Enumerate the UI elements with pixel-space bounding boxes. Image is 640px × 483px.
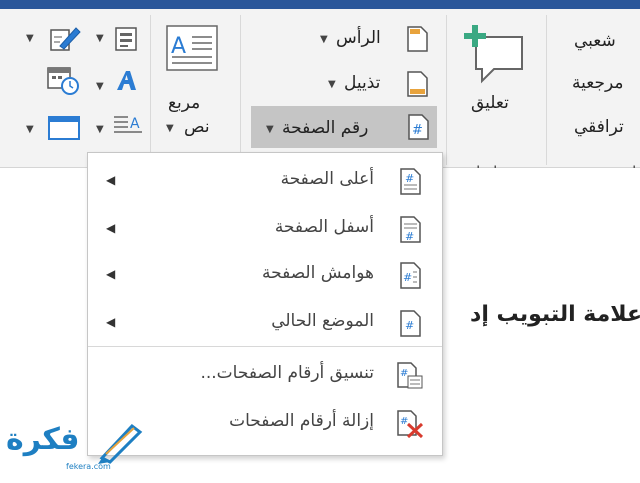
header-label[interactable]: الرأس [336, 28, 381, 48]
page-bottom-icon: # [400, 216, 421, 243]
svg-text:A: A [130, 116, 140, 132]
text-box-label-line1[interactable]: مربع [168, 93, 200, 113]
menu-item-label: أعلى الصفحة [280, 169, 374, 189]
submenu-arrow-icon: ◀ [106, 315, 116, 329]
svg-text:#: # [412, 123, 423, 138]
page-number-icon[interactable]: # [406, 113, 432, 141]
signature-line-icon[interactable] [48, 24, 82, 54]
menu-item-format-page-numbers[interactable]: تنسيق أرقام الصفحات... # [88, 353, 442, 397]
svg-text:#: # [403, 271, 412, 284]
title-bar [0, 0, 640, 9]
submenu-arrow-icon: ◀ [106, 267, 116, 281]
page-number-label[interactable]: رقم الصفحة [282, 118, 368, 138]
chevron-down-icon[interactable]: ▼ [26, 124, 34, 135]
chevron-down-icon[interactable]: ▼ [266, 124, 274, 135]
menu-item-bottom-of-page[interactable]: ◀ أسفل الصفحة # [88, 207, 442, 251]
ribbon-separator [150, 15, 151, 165]
chevron-down-icon[interactable]: ▼ [96, 33, 104, 44]
object-icon[interactable] [46, 113, 82, 143]
footer-icon[interactable] [404, 70, 430, 98]
format-page-numbers-icon: # [397, 362, 423, 389]
ribbon-cut-item-2[interactable]: مرجعية [572, 73, 623, 93]
menu-separator [88, 346, 442, 347]
document-text: علامة التبويب إد [470, 302, 640, 327]
header-icon[interactable] [404, 25, 430, 53]
chevron-down-icon[interactable]: ▼ [320, 34, 328, 45]
wordart-icon[interactable] [114, 68, 140, 94]
watermark-site: fekera.com [66, 462, 111, 471]
ribbon-cut-item-1[interactable]: شعبي [574, 31, 616, 51]
svg-text:#: # [405, 319, 414, 332]
submenu-arrow-icon: ◀ [106, 173, 116, 187]
quick-parts-icon[interactable] [112, 25, 142, 53]
pencil-logo-icon [98, 423, 143, 464]
page-margins-icon: # [400, 262, 421, 289]
svg-text:A: A [171, 34, 186, 59]
submenu-arrow-icon: ◀ [106, 221, 116, 235]
page-number-menu: ◀ أعلى الصفحة # ◀ أسفل الصفحة # ◀ هوامش … [87, 152, 443, 456]
menu-item-label: هوامش الصفحة [262, 263, 374, 283]
comment-icon[interactable] [460, 23, 530, 85]
insert-ribbon: ▼ ▼ ▼ ▼ ▼ A A مربع نص ▼ ▼ الرأس ▼ تذييل … [0, 9, 640, 181]
svg-text:#: # [405, 172, 414, 185]
current-position-icon: # [400, 310, 421, 337]
text-box-icon[interactable]: A [164, 23, 220, 75]
menu-item-label: تنسيق أرقام الصفحات... [200, 363, 374, 383]
ribbon-separator [240, 15, 241, 165]
chevron-down-icon[interactable]: ▼ [166, 123, 174, 134]
menu-item-label: أسفل الصفحة [274, 217, 374, 237]
menu-item-label: إزالة أرقام الصفحات [229, 411, 374, 431]
remove-page-numbers-icon: # [397, 410, 424, 438]
comment-label[interactable]: تعليق [471, 93, 509, 113]
svg-text:#: # [405, 230, 414, 243]
svg-text:#: # [400, 368, 408, 379]
menu-item-label: الموضع الحالي [271, 311, 374, 331]
footer-label[interactable]: تذييل [344, 73, 380, 93]
page-top-icon: # [400, 168, 421, 195]
menu-item-top-of-page[interactable]: ◀ أعلى الصفحة # [88, 159, 442, 203]
drop-cap-icon[interactable]: A [112, 109, 146, 141]
menu-item-page-margins[interactable]: ◀ هوامش الصفحة # [88, 253, 442, 297]
watermark-text: فكرة [6, 422, 80, 457]
chevron-down-icon[interactable]: ▼ [96, 81, 104, 92]
chevron-down-icon[interactable]: ▼ [328, 79, 336, 90]
menu-item-current-position[interactable]: ◀ الموضع الحالي # [88, 301, 442, 345]
watermark-logo: فكرة fekera.com [0, 418, 150, 478]
chevron-down-icon[interactable]: ▼ [26, 33, 34, 44]
ribbon-cut-item-3[interactable]: ترافقي [574, 117, 624, 137]
text-box-label-line2[interactable]: نص [184, 117, 210, 137]
chevron-down-icon[interactable]: ▼ [96, 124, 104, 135]
ribbon-separator [446, 15, 447, 165]
ribbon-separator [546, 15, 547, 165]
svg-text:#: # [400, 416, 408, 427]
date-time-icon[interactable] [46, 64, 80, 96]
